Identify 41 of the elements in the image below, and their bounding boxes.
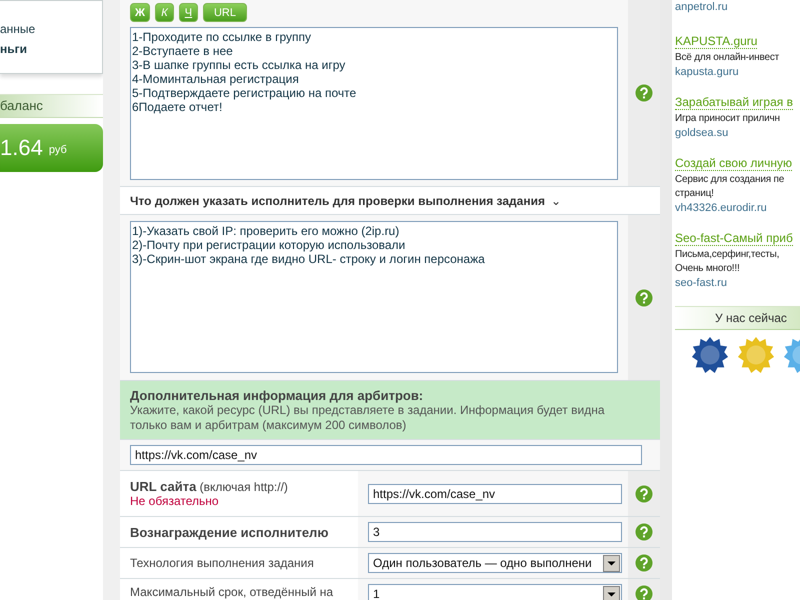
field-label: URL сайта (включая http://) (130, 479, 289, 494)
caret-icon[interactable]: ⌄ (550, 194, 561, 208)
ad-title-link[interactable]: Создай свою личную (675, 156, 792, 171)
ad-text: Сервис для создания пе страниц! (675, 173, 786, 201)
ad-url[interactable]: seo-fast.ru (675, 276, 800, 290)
optional-note: Не обязательно (130, 494, 220, 508)
ad-url[interactable]: goldsea.su (675, 126, 800, 140)
text-field[interactable]: https://vk.com/case_nv (368, 484, 622, 504)
ad-text: Всё для онлайн-инвест (675, 51, 780, 65)
balance-header: баланс (0, 94, 103, 118)
help-icon[interactable] (635, 288, 653, 306)
menu-item[interactable]: анные (0, 19, 102, 39)
ad-url[interactable]: kapusta.guru (675, 65, 800, 79)
info-text: Укажите, какой ресурс (URL) вы представляете в задании. Информация будет видна только вам и арбитрам (максимум 200 символов) (130, 403, 606, 433)
description-field[interactable]: 1-Проходите по ссылке в группу 2-Вступаете в нее 3-В шапке группы есть ссылка на игру 4-Моминтальная регистрация 5-Подтверждаете регистрацию на почте 6Подаете отчет! (130, 27, 618, 180)
help-icon[interactable] (635, 84, 653, 102)
ad-title-link[interactable]: Зарабатывай играя в (675, 95, 793, 110)
field-label: Технология выполнения задания (130, 556, 315, 570)
ad-url[interactable]: anpetrol.ru (675, 0, 800, 14)
report-field[interactable]: 1)-Указать свой IP: проверить его можно (2ip.ru) 2)-Почту при регистрации которую использовали 3)-Скрин-шот экрана где видно URL- строку и логин персонажа (130, 221, 618, 373)
ad-url[interactable]: vh43326.eurodir.ru (675, 201, 800, 215)
ad-title-link[interactable]: Seo-fast-Самый приб (675, 231, 793, 246)
help-icon[interactable] (635, 484, 653, 502)
field-label: Максимальный срок, отведённый на (130, 585, 334, 599)
help-icon[interactable] (635, 585, 653, 600)
ad-text: Игра приносит приличн (675, 112, 781, 126)
help-icon[interactable] (635, 523, 653, 541)
text-field[interactable]: 3 (368, 522, 622, 542)
arbiter-url-field[interactable]: https://vk.com/case_nv (130, 445, 642, 465)
social-badge-icon[interactable] (691, 336, 729, 374)
info-title: Дополнительная информация для арбитров: (130, 388, 424, 403)
dropdown-arrow-icon[interactable] (603, 586, 620, 600)
online-header: У нас сейчас (675, 306, 800, 330)
section-title: Что должен указать исполнитель для проверки выполнения задания (130, 194, 545, 208)
menu-item[interactable]: ньги (0, 39, 102, 59)
help-icon[interactable] (635, 554, 653, 572)
select-field[interactable]: Один пользователь — одно выполнени (368, 553, 622, 573)
ad-text: Письма,серфинг,тесты, Очень много!!! (675, 248, 780, 276)
select-field[interactable]: 1 (368, 584, 622, 600)
field-label: Вознаграждение исполнителю (130, 524, 330, 540)
ad-title-link[interactable]: KAPUSTA.guru (675, 34, 758, 49)
